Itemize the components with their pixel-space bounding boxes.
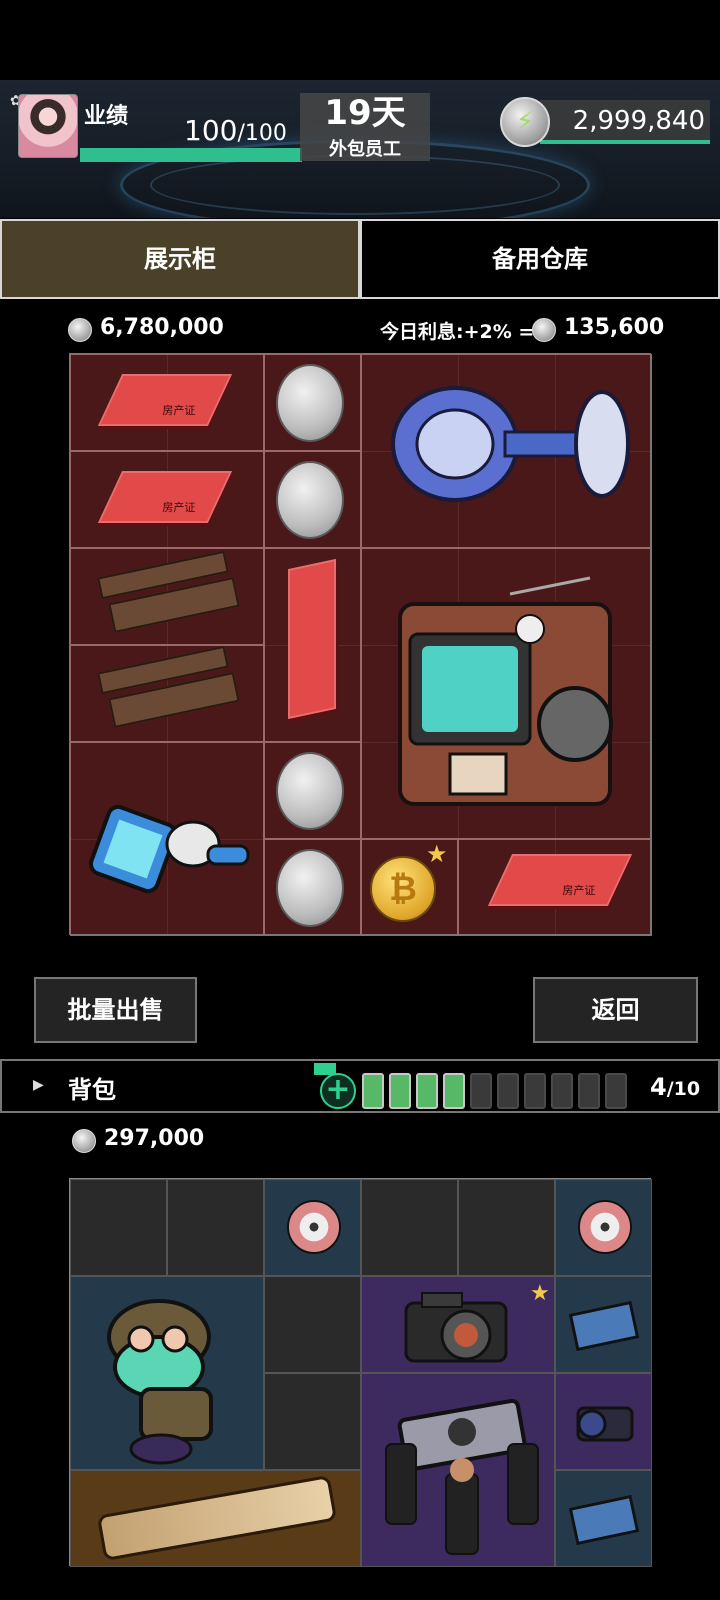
backpack-value: 297,000 xyxy=(104,1126,205,1151)
video-camera-item[interactable] xyxy=(555,1373,652,1470)
property-deed-item xyxy=(288,558,336,720)
cd-disc-item[interactable] xyxy=(264,1179,361,1276)
cd-disc-icon xyxy=(578,1200,632,1254)
backpack-grid: ★ xyxy=(69,1178,652,1567)
add-capacity-button[interactable]: + xyxy=(320,1073,356,1109)
player-role: 外包员工 xyxy=(329,139,401,160)
smartphone-icon xyxy=(96,1474,338,1562)
days-counter: 19天 xyxy=(324,93,406,133)
interest-value: 135,600 xyxy=(564,315,665,340)
camera-item[interactable]: ★ xyxy=(361,1276,555,1373)
hologram-ring-inner xyxy=(150,155,560,215)
performance-label: 业绩 xyxy=(84,104,129,129)
cd-disc-item[interactable] xyxy=(555,1179,652,1276)
battery-empty-icon xyxy=(551,1073,573,1109)
video-camera-icon xyxy=(576,1406,634,1442)
frog-figure-icon xyxy=(107,1299,213,1465)
battery-empty-icon xyxy=(578,1073,600,1109)
performance-bar xyxy=(80,148,302,162)
empty-slot[interactable] xyxy=(361,1179,458,1276)
smartphone-item[interactable] xyxy=(70,1470,361,1567)
memory-card-item[interactable] xyxy=(555,1276,652,1373)
interest-label: 今日利息:+2% = xyxy=(380,321,535,343)
star-icon: ★ xyxy=(530,1281,550,1306)
back-button[interactable]: 返回 xyxy=(533,977,698,1043)
silver-coin-item xyxy=(276,461,344,539)
empty-slot[interactable] xyxy=(458,1179,555,1276)
empty-slot[interactable] xyxy=(264,1373,361,1470)
display-case-grid: 房产证 房产证 房产证 ₿ ★ xyxy=(69,353,652,936)
silver-coin-item xyxy=(276,752,344,830)
performance-bar-fill xyxy=(80,148,302,162)
camera-icon xyxy=(404,1292,508,1363)
expand-arrow-icon[interactable]: ▶ xyxy=(33,1077,44,1093)
star-icon: ★ xyxy=(426,840,448,868)
coin-icon xyxy=(68,318,92,342)
tab-spare-storage[interactable]: 备用仓库 xyxy=(360,219,720,299)
cd-disc-icon xyxy=(287,1200,341,1254)
performance-value: 100/100 xyxy=(184,114,287,147)
battery-empty-icon xyxy=(470,1073,492,1109)
bulk-sell-button[interactable]: 批量出售 xyxy=(34,977,197,1043)
memory-card-item[interactable] xyxy=(555,1470,652,1567)
battery-full-icon xyxy=(416,1073,438,1109)
battery-empty-icon xyxy=(605,1073,627,1109)
trophy-chalice-item xyxy=(391,386,630,502)
coin-icon xyxy=(72,1129,96,1153)
battery-empty-icon xyxy=(497,1073,519,1109)
coffin-dance-item[interactable] xyxy=(361,1373,555,1567)
backpack-label: 背包 xyxy=(68,1076,116,1104)
property-deed-item: 房产证 xyxy=(487,854,633,906)
energy-coin-icon: ⚡ xyxy=(500,97,550,147)
empty-slot[interactable] xyxy=(70,1179,167,1276)
retro-tv-item xyxy=(398,576,613,806)
player-avatar[interactable] xyxy=(18,94,78,158)
battery-full-icon xyxy=(362,1073,384,1109)
frog-figure-item[interactable] xyxy=(70,1276,264,1470)
money-panel-underline xyxy=(540,140,710,144)
battery-full-icon xyxy=(389,1073,411,1109)
memory-card-icon xyxy=(568,1300,640,1352)
empty-slot[interactable] xyxy=(167,1179,264,1276)
money-value: 2,999,840 xyxy=(572,106,705,136)
silver-coin-item xyxy=(276,849,344,927)
tab-display-case[interactable]: 展示柜 xyxy=(0,219,360,299)
coffin-dance-icon xyxy=(385,1398,539,1555)
empty-slot[interactable] xyxy=(264,1276,361,1373)
robot-item xyxy=(88,804,250,894)
battery-full-icon xyxy=(443,1073,465,1109)
battery-empty-icon xyxy=(524,1073,546,1109)
display-case-value: 6,780,000 xyxy=(100,315,224,340)
silver-coin-item xyxy=(276,364,344,442)
memory-card-icon xyxy=(568,1494,640,1546)
backpack-count: 4/10 xyxy=(650,1073,701,1101)
coin-icon xyxy=(532,318,556,342)
